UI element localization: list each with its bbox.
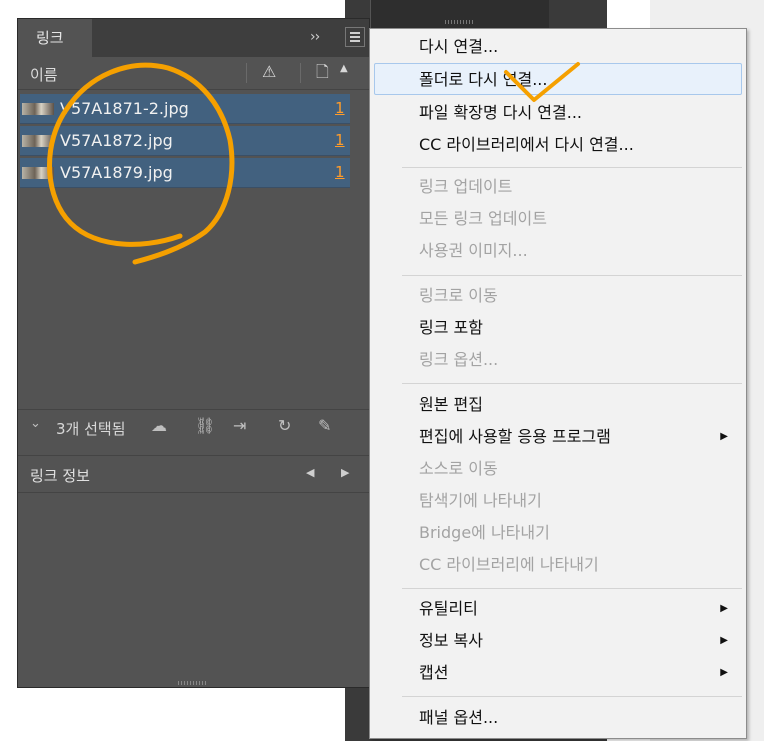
menu-item-label: 패널 옵션...	[419, 708, 499, 727]
menu-separator	[402, 383, 742, 384]
menu-item-label: 원본 편집	[419, 395, 483, 414]
page-icon[interactable]: 🗋	[316, 61, 329, 88]
submenu-arrow-icon: ▶	[720, 667, 728, 678]
menu-item-label: 링크 업데이트	[419, 177, 513, 196]
selection-count: 3개 선택됨	[56, 420, 126, 438]
menu-item-go-to-link[interactable]: 링크로 이동	[370, 280, 746, 312]
links-panel-flyout-menu: 다시 연결... 폴더로 다시 연결... 파일 확장명 다시 연결... CC…	[369, 28, 747, 739]
menu-item-reveal-in-cc-libraries[interactable]: CC 라이브러리에 나타내기	[370, 549, 746, 581]
menu-item-update-all-links[interactable]: 모든 링크 업데이트	[370, 203, 746, 235]
menu-item-label: 캡션	[419, 663, 449, 682]
update-link-icon[interactable]: ↻	[278, 416, 291, 435]
column-divider	[300, 63, 301, 83]
menu-item-label: 링크로 이동	[419, 286, 498, 305]
image-thumbnail	[22, 135, 54, 147]
warning-icon[interactable]: ⚠	[262, 62, 276, 81]
menu-item-reveal-in-explorer[interactable]: 탐색기에 나타내기	[370, 485, 746, 517]
page-number-link[interactable]: 1	[335, 131, 345, 149]
menu-item-label: 폴더로 다시 연결...	[419, 70, 548, 89]
column-divider	[246, 63, 247, 83]
menu-item-relink-to-folder[interactable]: 폴더로 다시 연결...	[374, 63, 742, 95]
page-number-link[interactable]: 1	[335, 163, 345, 181]
page-number-link[interactable]: 1	[335, 99, 345, 117]
next-icon[interactable]: ▶	[341, 466, 349, 479]
tab-links[interactable]: 링크	[18, 19, 92, 57]
menu-item-label: 소스로 이동	[419, 459, 498, 478]
resize-grip[interactable]	[178, 681, 208, 685]
column-name[interactable]: 이름	[30, 64, 58, 85]
menu-item-label: 다시 연결...	[419, 37, 499, 56]
resize-grip[interactable]	[445, 20, 475, 24]
image-thumbnail	[22, 167, 54, 179]
menu-item-label: 편집에 사용할 응용 프로그램	[419, 427, 611, 446]
image-thumbnail	[22, 103, 54, 115]
menu-item-relink-file-extension[interactable]: 파일 확장명 다시 연결...	[370, 97, 746, 129]
file-row[interactable]: V57A1879.jpg 1	[20, 158, 350, 188]
file-name: V57A1879.jpg	[60, 163, 173, 182]
chevron-down-icon[interactable]: ⌄	[30, 416, 41, 431]
collapse-panel-icon[interactable]: ››	[310, 29, 320, 45]
file-name: V57A1872.jpg	[60, 131, 173, 150]
submenu-arrow-icon: ▶	[720, 603, 728, 614]
menu-separator	[402, 588, 742, 589]
menu-item-panel-options[interactable]: 패널 옵션...	[370, 702, 746, 734]
menu-item-update-link[interactable]: 링크 업데이트	[370, 171, 746, 203]
menu-item-utilities[interactable]: 유틸리티 ▶	[370, 593, 746, 625]
menu-item-edit-original[interactable]: 원본 편집	[370, 389, 746, 421]
menu-item-embed-link[interactable]: 링크 포함	[370, 312, 746, 344]
file-row[interactable]: V57A1872.jpg 1	[20, 126, 350, 156]
menu-item-relink[interactable]: 다시 연결...	[370, 31, 746, 63]
menu-item-label: 유틸리티	[419, 599, 478, 618]
submenu-arrow-icon: ▶	[720, 635, 728, 646]
menu-item-licensed-image[interactable]: 사용권 이미지...	[370, 235, 746, 267]
menu-item-relink-from-cc-libraries[interactable]: CC 라이브러리에서 다시 연결...	[370, 129, 746, 161]
file-row[interactable]: V57A1871-2.jpg 1	[20, 94, 350, 124]
panel-tab-bar: 링크 ››	[18, 19, 369, 57]
submenu-arrow-icon: ▶	[720, 431, 728, 442]
cloud-link-icon[interactable]: ☁	[151, 416, 167, 435]
menu-separator	[402, 167, 742, 168]
menu-item-edit-with[interactable]: 편집에 사용할 응용 프로그램 ▶	[370, 421, 746, 453]
panel-menu-icon[interactable]	[345, 27, 365, 47]
menu-item-label: CC 라이브러리에서 다시 연결...	[419, 135, 634, 154]
menu-item-label: CC 라이브러리에 나타내기	[419, 555, 599, 574]
relink-chain-icon[interactable]: ⛓	[195, 416, 215, 435]
menu-item-link-options[interactable]: 링크 옵션...	[370, 344, 746, 376]
menu-item-label: 파일 확장명 다시 연결...	[419, 103, 582, 122]
sort-arrow-icon[interactable]: ▲	[340, 63, 348, 74]
menu-item-label: 모든 링크 업데이트	[419, 209, 547, 228]
menu-item-reveal-in-bridge[interactable]: Bridge에 나타내기	[370, 517, 746, 549]
links-panel: 링크 ›› 이름 ⚠ 🗋 ▲ V57A1871-2.jpg 1 V57A1872…	[17, 18, 370, 688]
column-header: 이름 ⚠ 🗋 ▲	[18, 57, 369, 90]
menu-item-label: 탐색기에 나타내기	[419, 491, 542, 510]
go-to-link-icon[interactable]: ⇥	[233, 416, 246, 435]
menu-item-label: 링크 포함	[419, 318, 483, 337]
selection-toolbar: ⌄ 3개 선택됨 ☁ ⛓ ⇥ ↻ ✎	[18, 409, 369, 446]
menu-item-copy-info[interactable]: 정보 복사 ▶	[370, 625, 746, 657]
menu-item-go-to-source[interactable]: 소스로 이동	[370, 453, 746, 485]
link-info-title: 링크 정보	[30, 467, 90, 485]
link-info-header: 링크 정보 ◀ ▶	[18, 455, 369, 493]
file-name: V57A1871-2.jpg	[60, 99, 189, 118]
menu-item-label: Bridge에 나타내기	[419, 523, 550, 542]
menu-item-captions[interactable]: 캡션 ▶	[370, 657, 746, 689]
menu-item-label: 정보 복사	[419, 631, 483, 650]
edit-original-icon[interactable]: ✎	[318, 416, 331, 435]
menu-separator	[402, 696, 742, 697]
menu-item-label: 사용권 이미지...	[419, 241, 528, 260]
previous-icon[interactable]: ◀	[306, 466, 314, 479]
menu-separator	[402, 275, 742, 276]
menu-item-label: 링크 옵션...	[419, 350, 499, 369]
